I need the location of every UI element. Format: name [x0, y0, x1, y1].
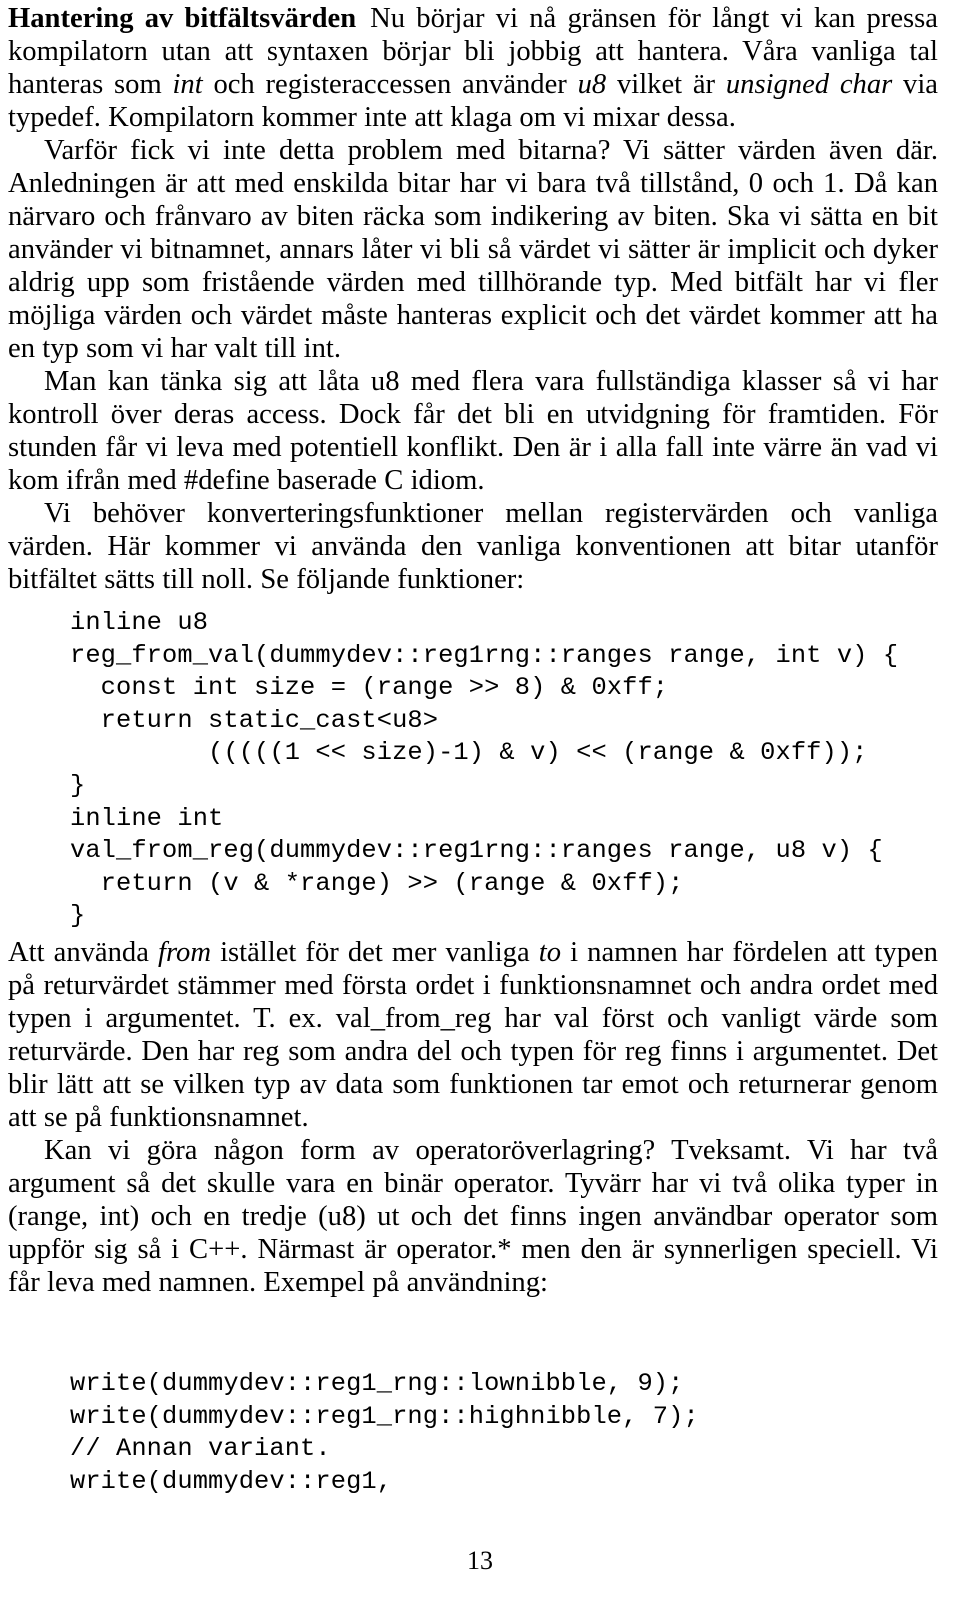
paragraph-bitarna: Varför fick vi inte detta problem med bi…: [8, 135, 938, 364]
paragraph-klasser: Man kan tänka sig att låta u8 med flera …: [8, 366, 938, 496]
inline-italic-int: int: [172, 69, 203, 100]
paragraph-intro-run-2: och registeraccessen använder: [202, 69, 578, 100]
paragraph-konvertering: Vi behöver konverteringsfunktioner mella…: [8, 498, 938, 595]
paragraph-intro-run-3: vilket är: [606, 69, 726, 100]
paragraph-operatoroverlagring: Kan vi göra någon form av operatoröverla…: [8, 1135, 938, 1298]
paragraph-intro: Hantering av bitfältsvärden Nu börjar vi …: [8, 2, 938, 134]
inline-italic-unsigned-char: unsigned char: [725, 69, 893, 100]
code-listing-usage-example: write(dummydev::reg1_rng::lownibble, 9);…: [70, 1369, 699, 1496]
paragraph-from-to-run-1: Att använda: [8, 937, 159, 968]
document-page: Hantering av bitfältsvärden Nu börjar vi …: [0, 0, 960, 1605]
paragraph-from-to: Att använda from istället för det mer va…: [8, 936, 938, 1134]
inline-italic-from: from: [158, 937, 211, 968]
inline-italic-u8: u8: [577, 69, 607, 100]
code-listing-conversion-functions: inline u8 reg_from_val(dummydev::reg1rng…: [70, 608, 899, 931]
paragraph-from-to-run-2: istället för det mer vanliga: [210, 937, 539, 968]
section-heading: Hantering av bitfältsvärden: [8, 3, 357, 34]
text-block-lower: Att använda from istället för det mer va…: [8, 936, 938, 1299]
inline-italic-to: to: [538, 937, 561, 968]
text-block-upper: Hantering av bitfältsvärden Nu börjar vi …: [8, 2, 938, 596]
page-number: 13: [467, 1546, 493, 1575]
